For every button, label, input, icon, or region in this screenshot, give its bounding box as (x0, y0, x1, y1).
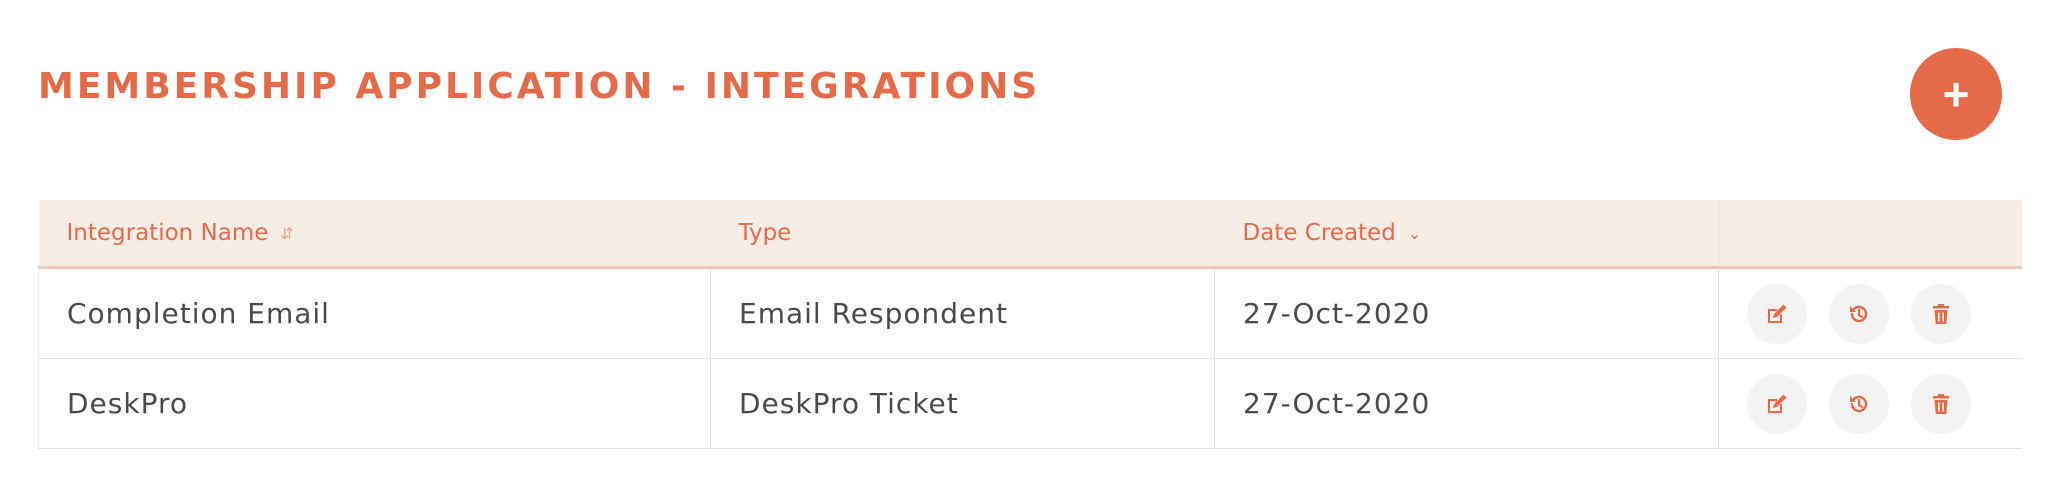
cell-date-created: 27-Oct-2020 (1214, 267, 1719, 359)
cell-type: Email Respondent (710, 267, 1215, 359)
edit-icon (1768, 394, 1787, 413)
history-icon (1850, 395, 1868, 412)
cell-integration-name: Completion Email (38, 267, 711, 359)
column-header-label: Type (738, 220, 792, 246)
table-row: Completion Email Email Respondent 27-Oct… (38, 267, 2022, 359)
delete-button[interactable] (1911, 373, 1971, 434)
page-title: MEMBERSHIP APPLICATION - INTEGRATIONS (38, 66, 1041, 107)
cell-actions (1718, 358, 2022, 449)
integrations-table: Integration Name ⇵ Type Date Created ⌄ Com… (38, 200, 2022, 449)
trash-icon (1933, 393, 1949, 414)
history-button[interactable] (1829, 373, 1889, 434)
cell-date-created: 27-Oct-2020 (1214, 358, 1719, 449)
chevron-down-icon[interactable]: ⌄ (1408, 224, 1421, 243)
history-button[interactable] (1829, 283, 1889, 344)
add-integration-button[interactable]: + (1910, 48, 2002, 140)
cell-actions (1718, 267, 2022, 359)
table-header-row: Integration Name ⇵ Type Date Created ⌄ (38, 200, 2022, 269)
integrations-page: MEMBERSHIP APPLICATION - INTEGRATIONS + … (0, 0, 2062, 492)
edit-icon (1768, 304, 1787, 323)
column-header-integration-name[interactable]: Integration Name ⇵ (38, 200, 711, 269)
edit-button[interactable] (1747, 283, 1807, 344)
column-header-type[interactable]: Type (710, 200, 1215, 269)
cell-type: DeskPro Ticket (710, 358, 1215, 449)
column-header-label: Integration Name (66, 220, 269, 246)
column-header-label: Date Created (1242, 220, 1396, 246)
column-header-date-created[interactable]: Date Created ⌄ (1214, 200, 1719, 269)
column-header-actions (1718, 200, 2022, 269)
edit-button[interactable] (1747, 373, 1807, 434)
table-row: DeskPro DeskPro Ticket 27-Oct-2020 (38, 358, 2022, 449)
history-icon (1850, 305, 1868, 322)
sort-toggle-icon[interactable]: ⇵ (280, 224, 293, 243)
delete-button[interactable] (1911, 283, 1971, 344)
cell-integration-name: DeskPro (38, 358, 711, 449)
trash-icon (1933, 303, 1949, 324)
